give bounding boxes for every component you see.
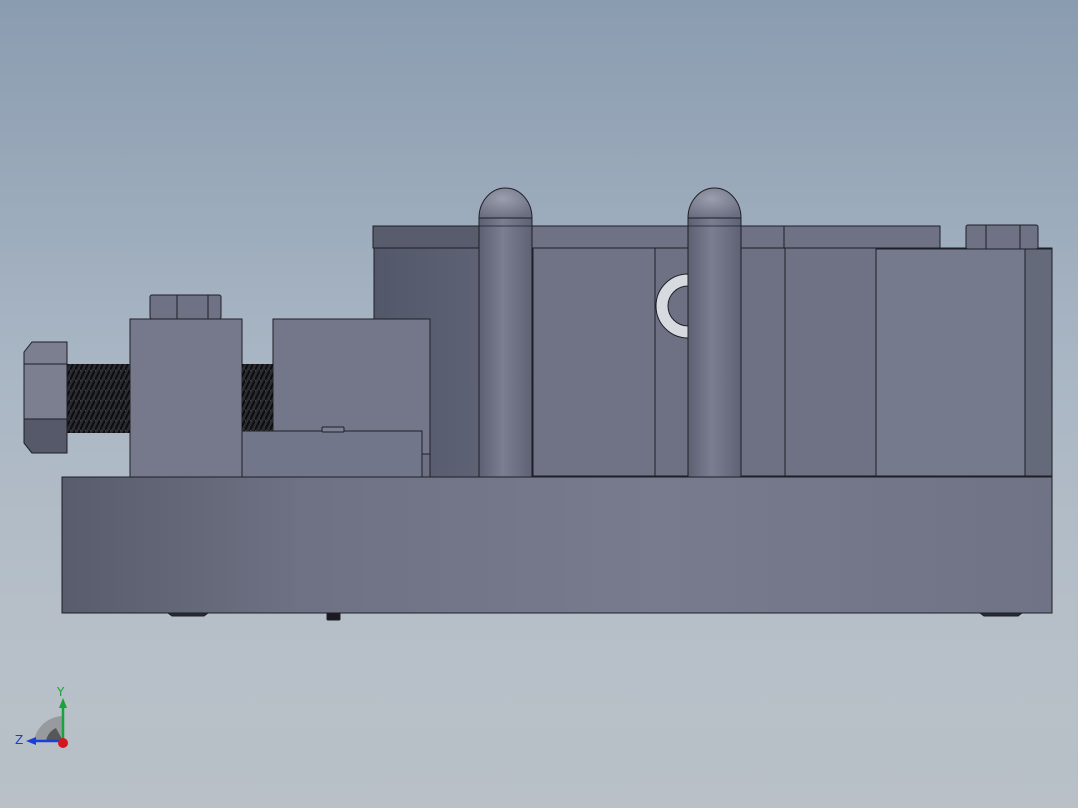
fixture-assembly-model[interactable] — [0, 0, 1078, 808]
right-mid-block — [784, 247, 877, 477]
base-plate — [61, 476, 1053, 614]
support-hex-nut — [149, 294, 222, 320]
small-screw-head — [321, 426, 345, 433]
pin-left — [478, 217, 533, 478]
threaded-rod-outer — [67, 364, 130, 433]
pin-dome-left — [478, 187, 533, 219]
triad-x-axis-dot — [58, 738, 68, 748]
triad-label-y: Y — [56, 686, 65, 699]
graphics-viewport[interactable]: Y Z — [0, 0, 1078, 808]
pin-right — [687, 217, 742, 478]
support-block — [129, 318, 243, 478]
center-block — [532, 247, 656, 477]
threaded-rod-inner — [242, 364, 273, 431]
base-foot-left — [166, 612, 210, 617]
pin-dome-right — [687, 187, 742, 219]
base-stud — [326, 612, 341, 621]
right-hex-nut — [965, 224, 1039, 250]
slider-plate-step — [421, 453, 431, 478]
base-foot-right — [978, 612, 1024, 617]
top-flange-left — [372, 225, 480, 249]
slider-plate — [241, 430, 423, 478]
right-side-face — [1024, 248, 1053, 477]
right-clamp-block — [875, 248, 1026, 477]
orientation-triad: Y Z — [15, 686, 68, 748]
hex-bolt-flat — [23, 418, 68, 454]
triad-label-z: Z — [15, 733, 23, 747]
